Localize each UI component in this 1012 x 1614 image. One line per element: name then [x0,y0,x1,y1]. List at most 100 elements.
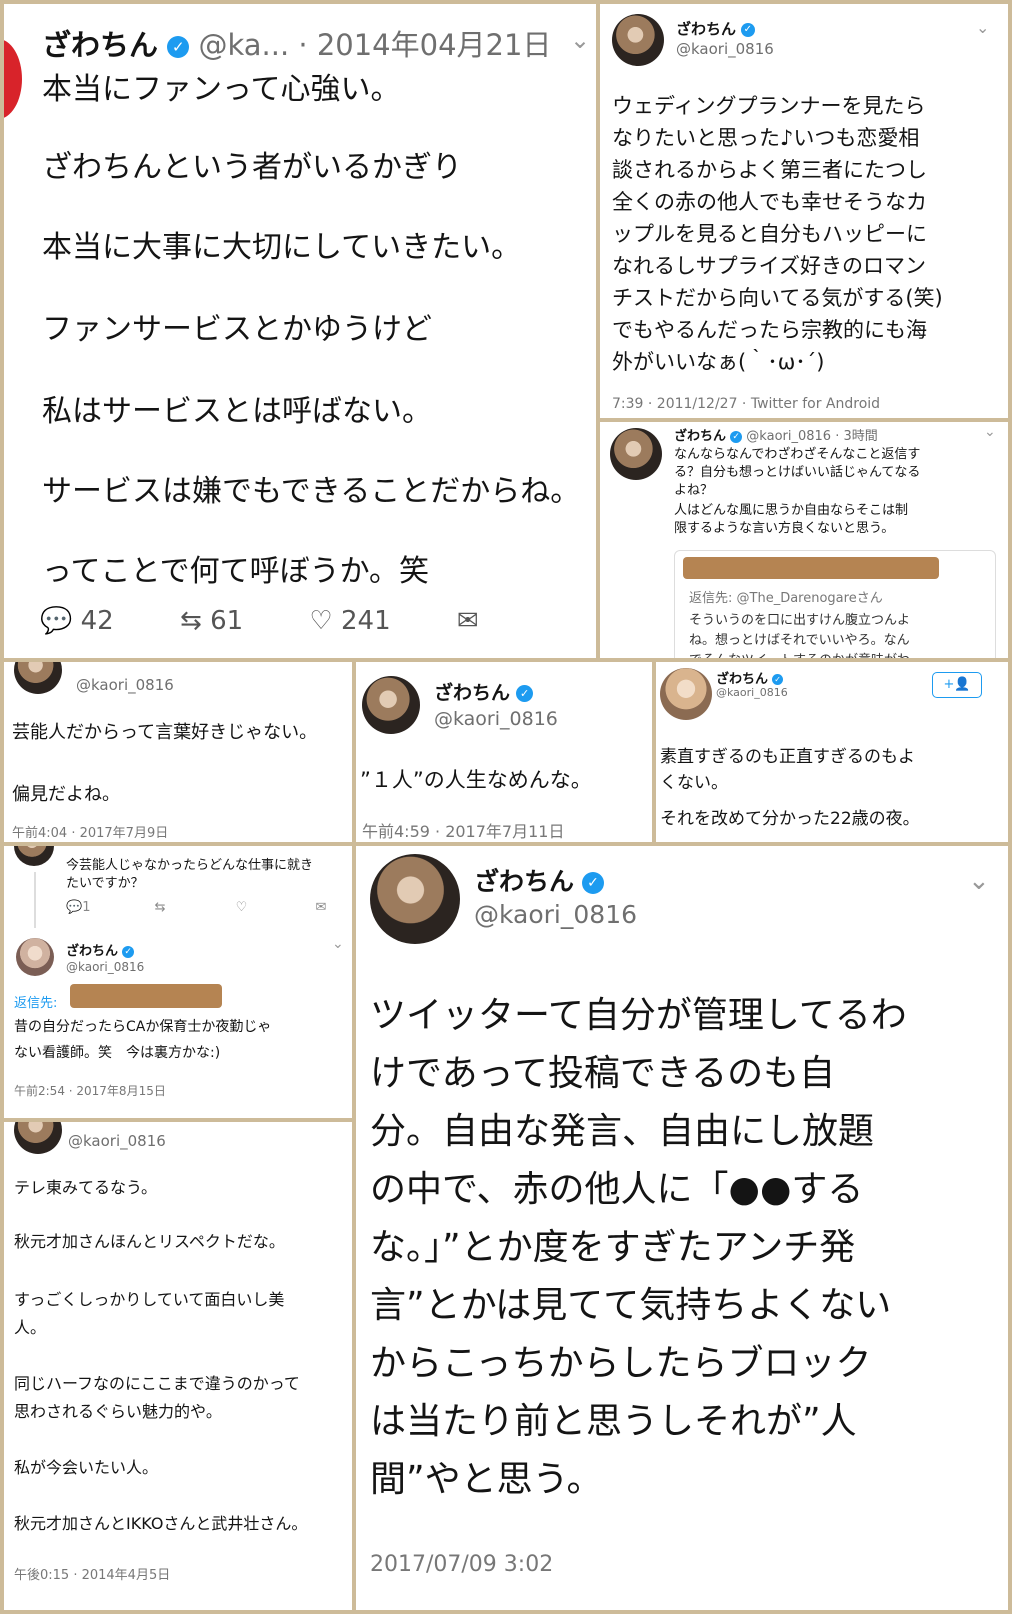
tweet-timestamp[interactable]: 午前2:54 · 2017年8月15日 [14,1082,166,1099]
reply-icon[interactable]: 💬 [66,900,82,915]
tweet-text-line: 外がいいなぁ(｀･ω･´) [612,350,825,374]
user-handle[interactable]: @kaori_0816 [68,1132,166,1150]
user-handle[interactable]: @kaori_0816 [716,686,788,699]
retweet-icon[interactable]: ⇆ [155,900,166,915]
tweet-text-line: 談されるからよく第三者にたつし [612,158,927,182]
verified-badge-icon: ✓ [740,22,755,37]
chevron-down-icon[interactable]: ⌄ [984,424,996,440]
display-name[interactable]: ざわちん [434,682,510,704]
tweet-text-line: 限するような言い方良くないと思う。 [674,521,895,536]
redacted-name [683,557,939,579]
tweet-timestamp[interactable]: 7:39 · 2011/12/27 · Twitter for Android [612,396,880,412]
tweet-date[interactable]: · 2014年04月21日 [298,28,551,62]
avatar[interactable] [612,14,664,66]
display-name[interactable]: ざわちん [42,28,158,62]
reply-count: 42 [80,606,114,636]
tweet-timestamp[interactable]: 2017/07/09 3:02 [370,1552,553,1577]
tweet-panel-reply-thread: ざわちん ✓ @kaori_0816 · 3時間 ⌄ なんならなんでわざわざそん… [600,422,1008,658]
tweet-text-line: の中で、赤の他人に「●●する [370,1169,864,1210]
tweet-timestamp[interactable]: 午前4:04 · 2017年7月9日 [12,822,168,841]
tweet-text-line: 本当に大事に大切にしていきたい。 [42,230,522,265]
quoted-reply-card[interactable]: 返信先: @The_Darenogareさん そういうのを口に出すけん腹立つんよ… [674,550,996,658]
tweet-text-line: 秋元才加さんとIKKOさんと武井壮さん。 [14,1514,308,1533]
chevron-down-icon[interactable]: ⌄ [968,866,990,896]
chevron-down-icon[interactable]: ⌄ [332,936,344,952]
verified-badge-icon: ✓ [772,674,784,685]
avatar[interactable] [4,39,22,119]
tweet-text-line: なれるしサプライズ好きのロマン [612,254,926,278]
tweet-panel-block-policy: ざわちん ✓ @kaori_0816 ⌄ ツイッターて自分が管理してるわ けであ… [356,846,1008,1610]
quoted-text-line: でそんなツイートするのかが意味がわ [689,649,989,658]
tweet-text-line: 芸能人だからって言葉好きじゃない。 [12,722,318,743]
tweet-text-line: 言”とかは見てて気持ちよくない [370,1285,892,1326]
like-count: 241 [341,606,391,636]
follow-button[interactable]: +👤 [932,672,982,698]
quoted-text-line: ね。想っとけばそれでいいやろ。なん [689,633,910,648]
tweet-text-line: テレ東みてるなう。 [14,1178,158,1197]
display-name[interactable]: ざわちん [676,20,736,38]
tweet-text-line: でもやるんだったら宗教的にも海 [612,318,927,342]
tweet-timestamp[interactable]: 午後0:15 · 2014年4月5日 [14,1564,170,1583]
tweet-text-line: ファンサービスとかゆうけど [42,312,432,347]
redacted-name [70,984,222,1008]
display-name[interactable]: ざわちん [716,672,768,687]
chevron-down-icon[interactable]: ⌄ [976,18,989,37]
tweet-panel-wedding-planner: ざわちん ✓ @kaori_0816 ⌄ ウェディングプランナーを見たら なりた… [600,4,1008,418]
reply-icon[interactable]: 💬 [40,606,72,636]
display-name[interactable]: ざわちん [66,944,118,959]
verified-badge-icon: ✓ [581,872,604,894]
avatar[interactable] [14,1122,62,1154]
tweet-text-line: 人はどんな風に思うか自由ならそこは制 [674,503,909,518]
tweet-text: ”１人”の人生なめんな。 [360,768,592,792]
user-handle[interactable]: @ka... [198,28,289,62]
share-icon[interactable]: ✉ [457,606,479,636]
tweet-text-line: ウェディングプランナーを見たら [612,94,926,118]
avatar[interactable] [362,676,420,734]
tweet-text-line: 偏見だよね。 [12,784,120,805]
user-handle[interactable]: @kaori_0816 [434,708,558,730]
user-handle[interactable]: @kaori_0816 [76,676,174,694]
question-avatar[interactable] [14,846,54,866]
tweet-text-line: 思わされるぐらい魅力的や。 [14,1402,222,1421]
user-handle[interactable]: @kaori_0816 · 3時間 [746,429,877,444]
avatar[interactable] [610,428,662,480]
tweet-text-line: サービスは嫌でもできることだからね。 [42,474,581,509]
tweet-text-line: 全くの赤の他人でも幸せそうなカ [612,190,927,214]
tweet-text-line: 人。 [14,1318,47,1337]
tweet-text-line: 素直すぎるのも正直すぎるのもよ [660,747,915,767]
retweet-count: 61 [210,606,244,636]
retweet-icon[interactable]: ⇆ [180,606,202,636]
tweet-text-line: 私が今会いたい人。 [14,1458,159,1477]
chevron-down-icon[interactable]: ⌄ [570,26,590,54]
display-name[interactable]: ざわちん [474,867,574,896]
question-text-line: 今芸能人じゃなかったらどんな仕事に就き [66,858,314,873]
avatar[interactable] [14,662,62,694]
user-handle[interactable]: @kaori_0816 [474,900,637,929]
tweet-panel-honesty: ざわちん ✓ @kaori_0816 +👤 素直すぎるのも正直すぎるのもよ くな… [656,662,1008,842]
share-icon[interactable]: ✉ [315,900,326,915]
avatar[interactable] [660,668,712,720]
tweet-text-line: る？自分も想っとけばいい話じゃんてなる [674,465,921,480]
tweet-text-line: 分。自由な発言、自由にし放題 [370,1111,875,1152]
reply-to-label[interactable]: 返信先: [14,992,57,1011]
tweet-text-line: すっごくしっかりしていて面白いし美 [14,1290,285,1309]
tweet-text-line: くない。 [660,773,728,793]
reply-to-label[interactable]: 返信先: @The_Darenogareさん [689,587,883,606]
avatar[interactable] [16,938,54,976]
quoted-text-line: そういうのを口に出すけん腹立つんよ [689,613,911,628]
like-icon[interactable]: ♡ [236,900,248,915]
avatar[interactable] [370,854,460,944]
display-name[interactable]: ざわちん [674,429,726,444]
tweet-panel-one-person: ざわちん ✓ @kaori_0816 ”１人”の人生なめんな。 午前4:59 ·… [356,662,652,842]
like-icon[interactable]: ♡ [309,606,332,636]
tweet-text-line: は当たり前と思うしそれが”人 [370,1401,857,1442]
tweet-text-line: けであって投稿できるのも自 [370,1053,836,1094]
tweet-panel-dream-job: 今芸能人じゃなかったらどんな仕事に就き たいですか？ 💬1 ⇆ ♡ ✉ ざわちん… [4,846,352,1118]
reply-count: 1 [82,900,91,915]
tweet-text-line: それを改めて分かった22歳の夜。 [660,809,920,829]
tweet-text-line: ツイッターて自分が管理してるわ [370,995,907,1036]
user-handle[interactable]: @kaori_0816 [676,40,774,58]
tweet-text-line: 秋元才加さんほんとリスペクトだな。 [14,1232,285,1251]
user-handle[interactable]: @kaori_0816 [66,960,144,974]
tweet-timestamp[interactable]: 午前4:59 · 2017年7月11日 [362,818,564,842]
